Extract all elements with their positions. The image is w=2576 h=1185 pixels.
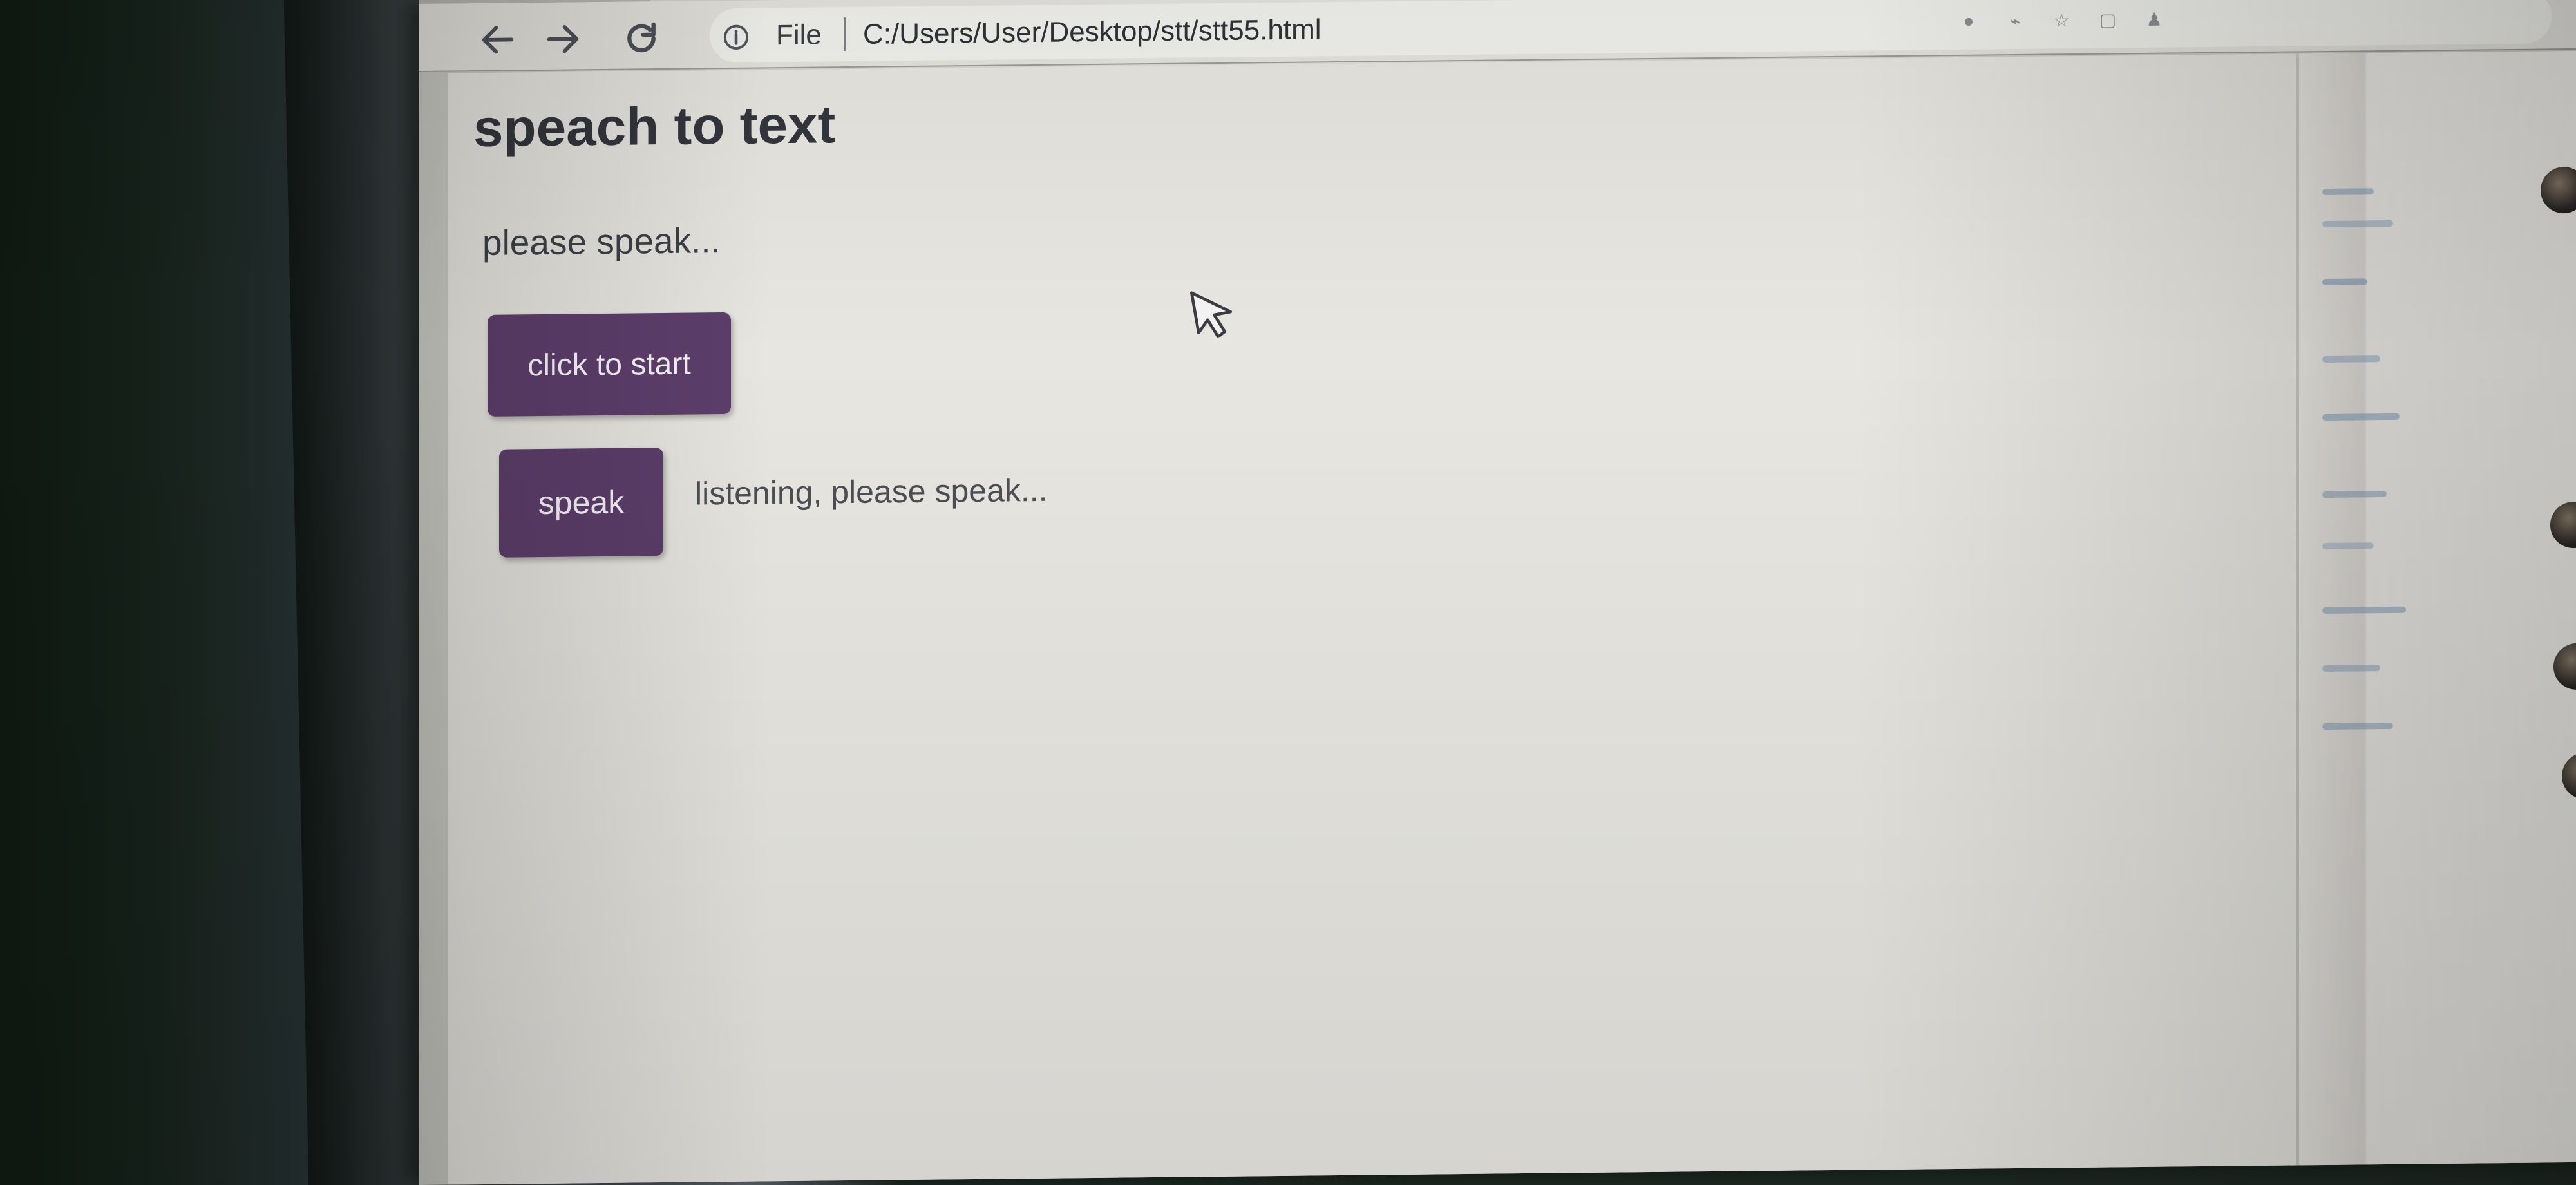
forward-arrow-icon	[542, 18, 583, 63]
mouse-pointer-icon	[1190, 291, 1233, 338]
tab-icon[interactable]: ▢	[2097, 8, 2119, 30]
profile-icon[interactable]: ♟	[2143, 8, 2165, 30]
side-panel-line	[2322, 188, 2374, 196]
url-separator	[844, 17, 846, 52]
blurred-side-panel	[2299, 50, 2576, 1166]
contact-avatar	[2562, 752, 2576, 800]
info-icon[interactable]	[721, 23, 751, 52]
side-panel-line	[2322, 722, 2393, 730]
star-icon[interactable]: ☆	[2050, 9, 2072, 31]
side-panel-line	[2322, 278, 2367, 286]
speak-button[interactable]: speak	[499, 448, 663, 558]
photo-scene: File C:/Users/User/Desktop/stt/stt55.htm…	[0, 0, 2576, 1185]
contact-avatar	[2550, 501, 2576, 549]
side-panel-line	[2322, 606, 2406, 614]
side-panel-line	[2322, 665, 2380, 672]
monitor-screen: File C:/Users/User/Desktop/stt/stt55.htm…	[419, 0, 2576, 1185]
page-title: speach to text	[473, 95, 836, 158]
side-panel-line	[2322, 490, 2387, 498]
contact-avatar	[2553, 643, 2576, 690]
back-arrow-icon	[477, 19, 518, 64]
side-panel-line	[2322, 220, 2393, 228]
forward-button[interactable]	[536, 14, 589, 67]
start-button[interactable]: click to start	[488, 312, 731, 417]
side-panel-line	[2322, 542, 2374, 550]
listening-status-text: listening, please speak...	[695, 471, 1048, 512]
web-page: speach to text please speak... click to …	[448, 53, 2296, 1185]
side-panel-line	[2322, 356, 2380, 363]
contact-avatar	[2541, 166, 2576, 214]
url-text[interactable]: C:/Users/User/Desktop/stt/stt55.html	[863, 14, 1321, 50]
key-icon[interactable]: ⌁	[2004, 10, 2026, 32]
toolbar-icon-group: ● ⌁ ☆ ▢ ♟	[1958, 8, 2165, 32]
speech-status-text: please speak...	[482, 220, 721, 263]
back-button[interactable]	[471, 14, 524, 68]
url-scheme-label: File	[776, 19, 822, 52]
extension-icon[interactable]: ●	[1958, 10, 1980, 32]
side-panel-line	[2322, 413, 2400, 421]
reload-icon	[621, 17, 662, 62]
reload-button[interactable]	[615, 13, 668, 66]
